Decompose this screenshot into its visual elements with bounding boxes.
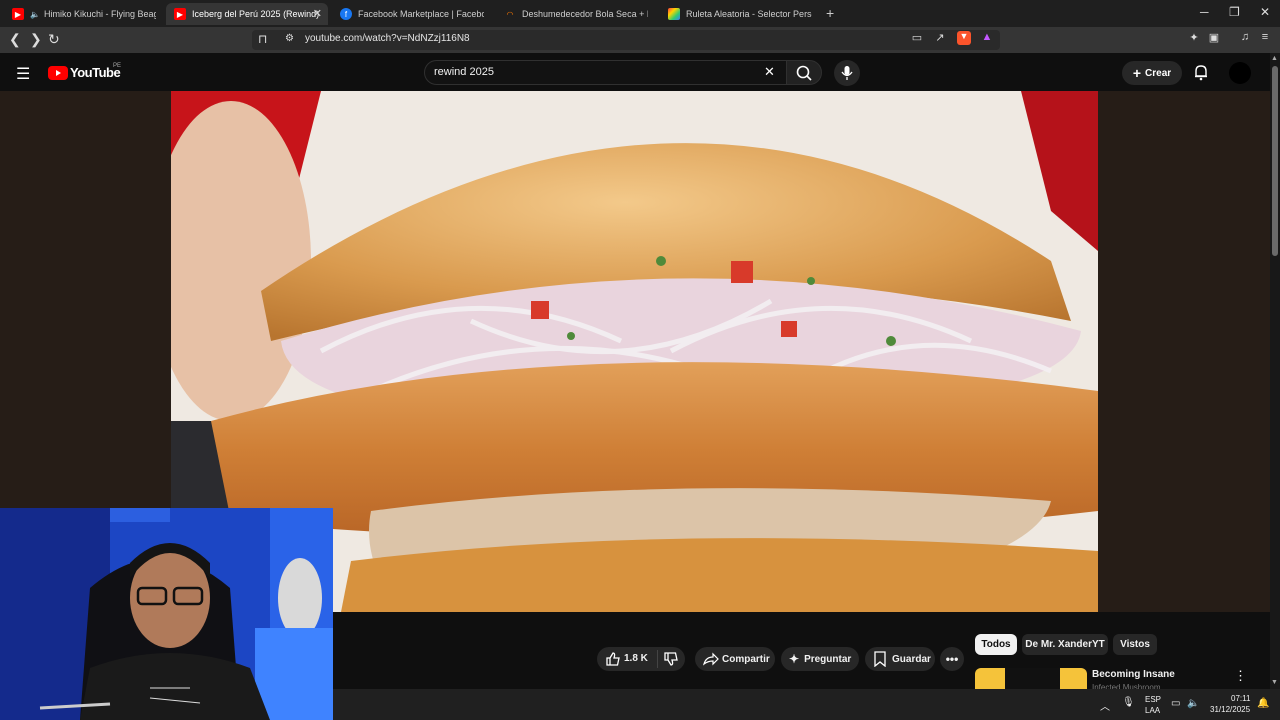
tray-overflow-icon[interactable]: ︿	[1100, 698, 1110, 713]
browser-tab[interactable]: f Facebook Marketplace | Facebook	[332, 3, 492, 25]
plus-icon: +	[1132, 65, 1142, 81]
related-video-title[interactable]: Becoming Insane	[1092, 669, 1175, 680]
clock-time[interactable]: 07:11	[1231, 694, 1250, 703]
share-button[interactable]: Compartir	[695, 647, 775, 671]
tab-title: Iceberg del Perú 2025 (Rewind)	[192, 9, 320, 19]
notification-bell-icon[interactable]: 🔔	[1257, 698, 1269, 709]
thumbs-down-icon	[664, 652, 678, 666]
bookmark-icon	[874, 651, 886, 667]
create-button[interactable]: + Crear	[1122, 61, 1182, 85]
reload-icon[interactable]: ↻	[48, 31, 60, 48]
extensions-icon[interactable]: ✦	[1187, 31, 1201, 45]
url-text[interactable]: youtube.com/watch?v=NdNZzj116N8	[305, 33, 470, 44]
menu-icon[interactable]: ≡	[1258, 31, 1272, 45]
save-label: Guardar	[892, 653, 931, 665]
restore-icon[interactable]: ❐	[1229, 5, 1240, 19]
save-button[interactable]: Guardar	[865, 647, 935, 671]
webcam-image	[0, 508, 333, 720]
thumbs-up-icon	[606, 652, 620, 666]
youtube-favicon-icon: ▶	[12, 8, 24, 20]
scroll-up-icon[interactable]: ▲	[1271, 55, 1278, 62]
language-top[interactable]: ESP	[1145, 695, 1161, 704]
tab-title: Facebook Marketplace | Facebook	[358, 9, 484, 19]
tab-title: Himiko Kikuchi - Flying Beagle (I	[44, 9, 156, 19]
site-info-icon[interactable]: ⚙	[285, 33, 294, 44]
like-count: 1.8 K	[624, 653, 648, 664]
search-button[interactable]	[786, 60, 822, 85]
like-button[interactable]	[605, 651, 621, 670]
clock-date[interactable]: 31/12/2025	[1210, 705, 1250, 714]
wheel-favicon-icon	[668, 8, 680, 20]
like-dislike-group: 1.8 K	[597, 647, 685, 671]
network-icon[interactable]: ▭	[1171, 698, 1180, 709]
region-code: PE	[113, 63, 122, 69]
create-label: Crear	[1145, 67, 1172, 79]
thumbnail-image	[1005, 668, 1060, 689]
browser-tab-active[interactable]: ▶ Iceberg del Perú 2025 (Rewind) ✕	[166, 3, 328, 25]
scroll-down-icon[interactable]: ▼	[1271, 679, 1278, 686]
brave-shield-icon[interactable]: ▼	[957, 31, 971, 45]
more-actions-button[interactable]: •••	[940, 647, 964, 671]
ask-label: Preguntar	[804, 653, 852, 665]
ask-button[interactable]: ✦ Preguntar	[781, 647, 859, 671]
browser-tab-strip: ▶ 🔈 Himiko Kikuchi - Flying Beagle (I ▶ …	[0, 0, 1280, 27]
language-bottom[interactable]: LAA	[1145, 706, 1160, 715]
sparkle-icon: ✦	[789, 652, 800, 666]
taskbar	[333, 689, 1280, 720]
related-video-thumbnail[interactable]	[975, 668, 1087, 689]
bookmark-icon[interactable]: ⊓	[258, 32, 267, 46]
speaker-icon[interactable]: 🔈	[30, 8, 40, 20]
close-tab-icon[interactable]: ✕	[313, 7, 322, 20]
chip-channel[interactable]: De Mr. XanderYT	[1022, 634, 1108, 655]
cast-icon[interactable]: ▭	[910, 31, 924, 45]
tab-title: Deshumedecedor Bola Seca + Recarg	[522, 9, 648, 19]
search-input[interactable]: rewind 2025	[434, 66, 494, 78]
share-page-icon[interactable]: ↗	[933, 31, 947, 45]
minimize-icon[interactable]: ─	[1200, 5, 1209, 19]
chip-todos[interactable]: Todos	[975, 634, 1017, 655]
related-more-icon[interactable]: ⋮	[1234, 668, 1247, 684]
voice-search-button[interactable]	[834, 60, 860, 86]
media-icon[interactable]: ♫	[1238, 31, 1252, 45]
clear-search-icon[interactable]: ✕	[764, 64, 775, 80]
avatar[interactable]	[1229, 62, 1251, 84]
chip-vistos[interactable]: Vistos	[1113, 634, 1157, 655]
back-icon[interactable]: ❮	[9, 31, 21, 48]
scrollbar-thumb[interactable]	[1272, 66, 1278, 256]
microphone-icon	[841, 66, 853, 80]
browser-tab[interactable]: Ruleta Aleatoria - Selector Personaliz	[660, 3, 820, 25]
close-window-icon[interactable]: ✕	[1260, 5, 1270, 19]
hamburger-menu-icon[interactable]: ☰	[16, 64, 30, 84]
browser-tab[interactable]: ▶ 🔈 Himiko Kikuchi - Flying Beagle (I	[4, 3, 164, 25]
sidebar-icon[interactable]: ▣	[1207, 31, 1221, 45]
browser-toolbar: ❮ ❯ ↻ ⊓ ⚙	[0, 27, 1280, 53]
facebook-favicon-icon: f	[340, 8, 352, 20]
store-favicon-icon: ◠	[506, 9, 514, 19]
volume-icon[interactable]: 🔈	[1187, 698, 1199, 709]
youtube-favicon-icon: ▶	[174, 8, 186, 20]
youtube-logo-icon[interactable]	[48, 66, 68, 80]
share-label: Compartir	[722, 653, 770, 665]
more-horizontal-icon: •••	[945, 652, 959, 666]
webcam-overlay	[0, 508, 333, 720]
new-tab-button[interactable]: +	[826, 5, 834, 21]
forward-icon[interactable]: ❯	[30, 31, 42, 48]
search-icon	[796, 65, 812, 81]
dislike-button[interactable]	[663, 651, 679, 670]
play-triangle-icon	[56, 70, 61, 76]
notifications-icon[interactable]	[1192, 63, 1210, 86]
tab-title: Ruleta Aleatoria - Selector Personaliz	[686, 9, 812, 19]
share-arrow-icon	[703, 652, 719, 666]
divider	[657, 650, 658, 668]
microphone-tray-icon[interactable]: 🎙	[1122, 697, 1135, 708]
browser-tab[interactable]: ◠ Deshumedecedor Bola Seca + Recarg	[496, 3, 656, 25]
rewards-icon[interactable]: ▲	[980, 31, 994, 45]
